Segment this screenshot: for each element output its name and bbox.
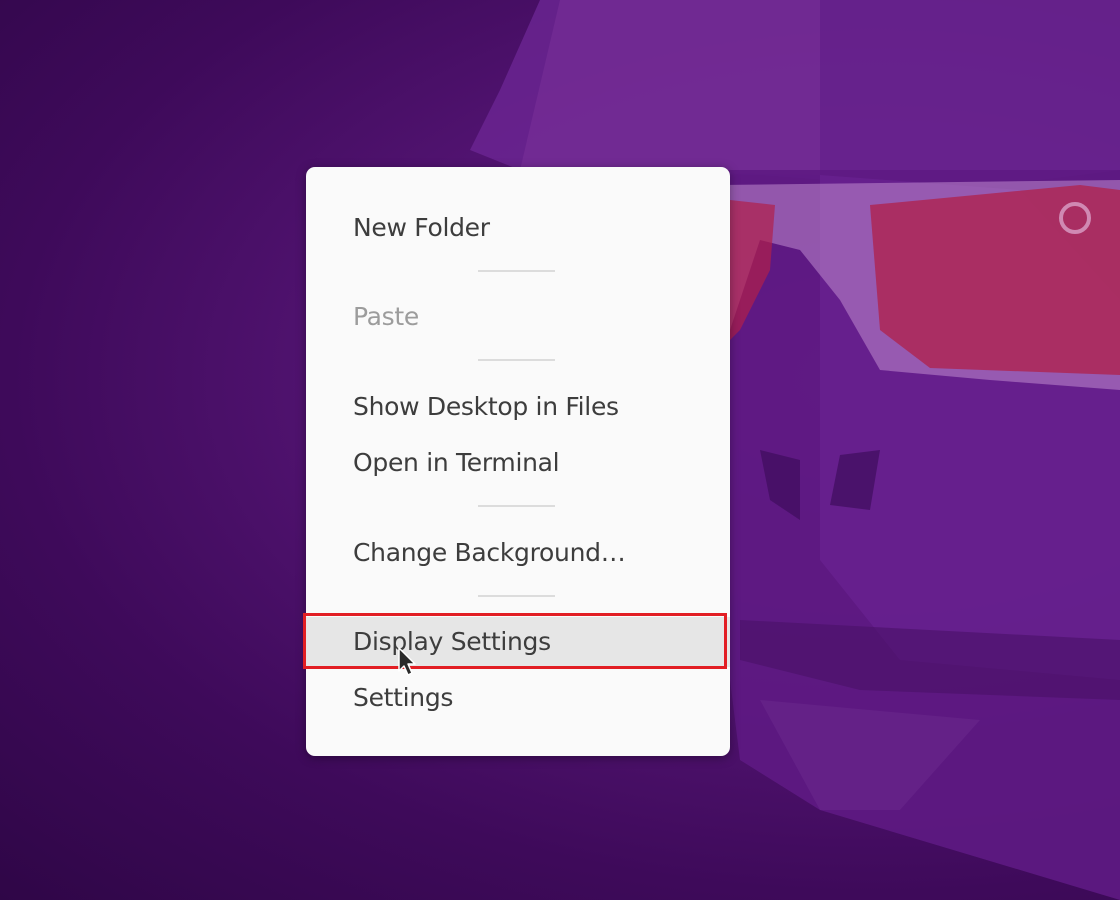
- menu-item-paste: Paste: [353, 302, 419, 331]
- menu-item-display-settings[interactable]: Display Settings: [306, 617, 730, 667]
- menu-separator: [478, 270, 555, 272]
- mouse-pointer-icon: [398, 647, 416, 676]
- menu-separator: [478, 505, 555, 507]
- desktop[interactable]: New Folder Paste Show Desktop in Files O…: [0, 0, 1120, 900]
- menu-item-new-folder[interactable]: New Folder: [306, 203, 730, 253]
- menu-item-show-desktop-in-files[interactable]: Show Desktop in Files: [306, 382, 730, 432]
- menu-separator: [478, 359, 555, 361]
- menu-item-change-background[interactable]: Change Background…: [306, 528, 730, 578]
- menu-separator: [478, 595, 555, 597]
- desktop-context-menu: New Folder Paste Show Desktop in Files O…: [306, 167, 730, 756]
- menu-item-settings[interactable]: Settings: [306, 673, 730, 723]
- menu-item-open-in-terminal[interactable]: Open in Terminal: [306, 438, 730, 488]
